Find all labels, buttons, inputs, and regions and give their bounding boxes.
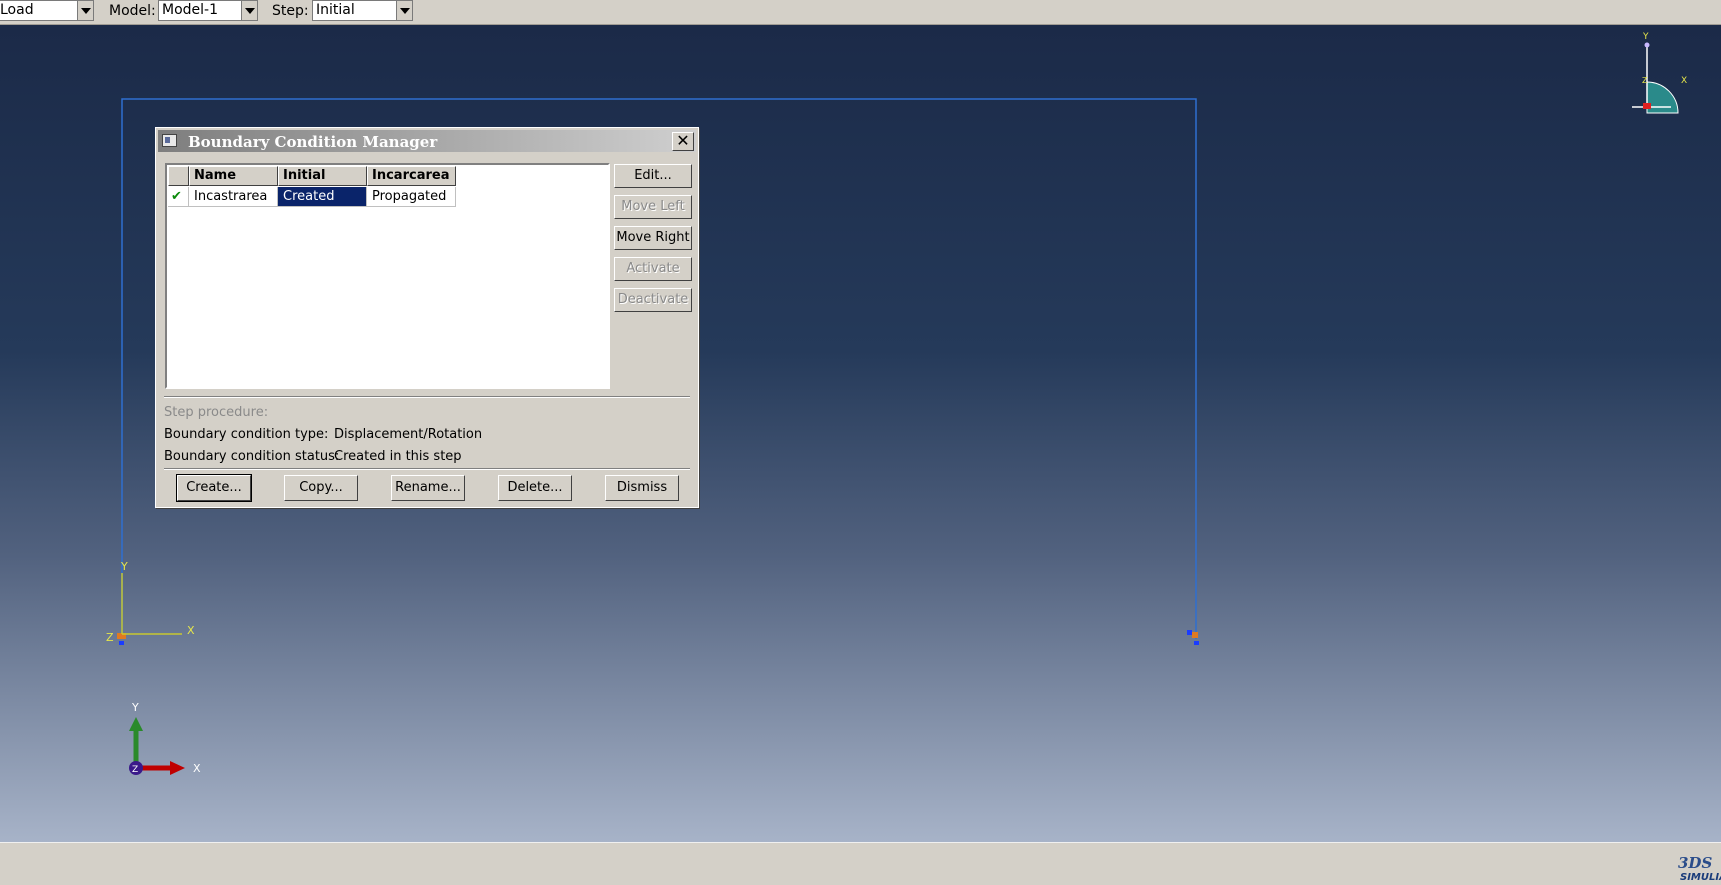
move-right-button[interactable]: Move Right <box>614 226 692 250</box>
chevron-down-icon[interactable] <box>241 1 257 20</box>
delete-button[interactable]: Delete... <box>498 475 572 501</box>
chevron-down-icon[interactable] <box>77 1 93 20</box>
csys-x-label: X <box>187 624 195 637</box>
create-button[interactable]: Create... <box>176 474 252 502</box>
divider <box>164 468 690 470</box>
deactivate-button[interactable]: Deactivate <box>614 288 692 312</box>
cell-initial[interactable]: Created <box>278 187 367 207</box>
move-left-button[interactable]: Move Left <box>614 195 692 219</box>
module-select[interactable]: Load <box>0 0 94 21</box>
divider <box>164 396 690 398</box>
window-icon <box>162 134 177 147</box>
boundary-condition-manager-dialog: Boundary Condition Manager ✕ Name Initia… <box>155 127 699 508</box>
bc-table[interactable]: Name Initial Incarcarea ✔ Incastrarea Cr… <box>165 163 610 389</box>
bc-type-label: Boundary condition type: <box>164 427 329 442</box>
dialog-title: Boundary Condition Manager <box>188 133 438 151</box>
compass-x-label: X <box>1681 76 1687 86</box>
triad-z-label: Z <box>132 765 138 775</box>
column-header-name[interactable]: Name <box>189 166 278 186</box>
close-button[interactable]: ✕ <box>672 132 694 151</box>
close-icon: ✕ <box>676 131 690 150</box>
cell-name[interactable]: Incastrarea <box>189 187 278 207</box>
step-procedure-label: Step procedure: <box>164 405 269 420</box>
model-select[interactable]: Model-1 <box>158 0 258 21</box>
row-active-check-icon[interactable]: ✔ <box>168 187 189 207</box>
step-select[interactable]: Initial <box>312 0 413 21</box>
step-label: Step: <box>272 3 309 19</box>
copy-button[interactable]: Copy... <box>284 475 358 501</box>
model-csys: Y X Z <box>106 560 195 644</box>
csys-y-label: Y <box>120 560 128 573</box>
context-bar: Load Model: Model-1 Step: Initial <box>0 0 1721 25</box>
triad-x-label: X <box>193 762 201 775</box>
view-compass[interactable]: Y X Z <box>1632 32 1687 114</box>
bc-marker-right <box>1187 630 1199 645</box>
triad-y-label: Y <box>131 701 139 714</box>
cell-incarcarea[interactable]: Propagated <box>367 187 456 207</box>
dismiss-button[interactable]: Dismiss <box>605 475 679 501</box>
column-header-incarcarea[interactable]: Incarcarea <box>367 166 456 186</box>
module-select-value: Load <box>0 2 34 18</box>
table-corner-header <box>168 166 189 186</box>
column-header-initial[interactable]: Initial <box>278 166 367 186</box>
edit-button[interactable]: Edit... <box>614 164 692 188</box>
logo-text: SIMULIA <box>1680 872 1721 883</box>
activate-button[interactable]: Activate <box>614 257 692 281</box>
logo-mark: 3DS <box>1678 854 1712 872</box>
simulia-logo: 3DS SIMULIA <box>1678 854 1721 883</box>
bc-status-label: Boundary condition status: <box>164 449 340 464</box>
compass-z-label: Z <box>1642 76 1648 85</box>
status-bar <box>0 842 1721 885</box>
chevron-down-icon[interactable] <box>396 1 412 20</box>
compass-y-label: Y <box>1642 32 1649 42</box>
bc-marker-left <box>117 633 126 645</box>
model-select-value: Model-1 <box>162 2 218 18</box>
view-triad: Z Y X <box>129 701 201 775</box>
csys-z-label: Z <box>106 631 114 644</box>
step-select-value: Initial <box>316 2 355 18</box>
model-label: Model: <box>109 3 156 19</box>
bc-type-value: Displacement/Rotation <box>334 427 483 442</box>
bc-status-value: Created in this step <box>334 449 462 464</box>
rename-button[interactable]: Rename... <box>391 475 465 501</box>
dialog-titlebar[interactable]: Boundary Condition Manager ✕ <box>158 130 696 152</box>
